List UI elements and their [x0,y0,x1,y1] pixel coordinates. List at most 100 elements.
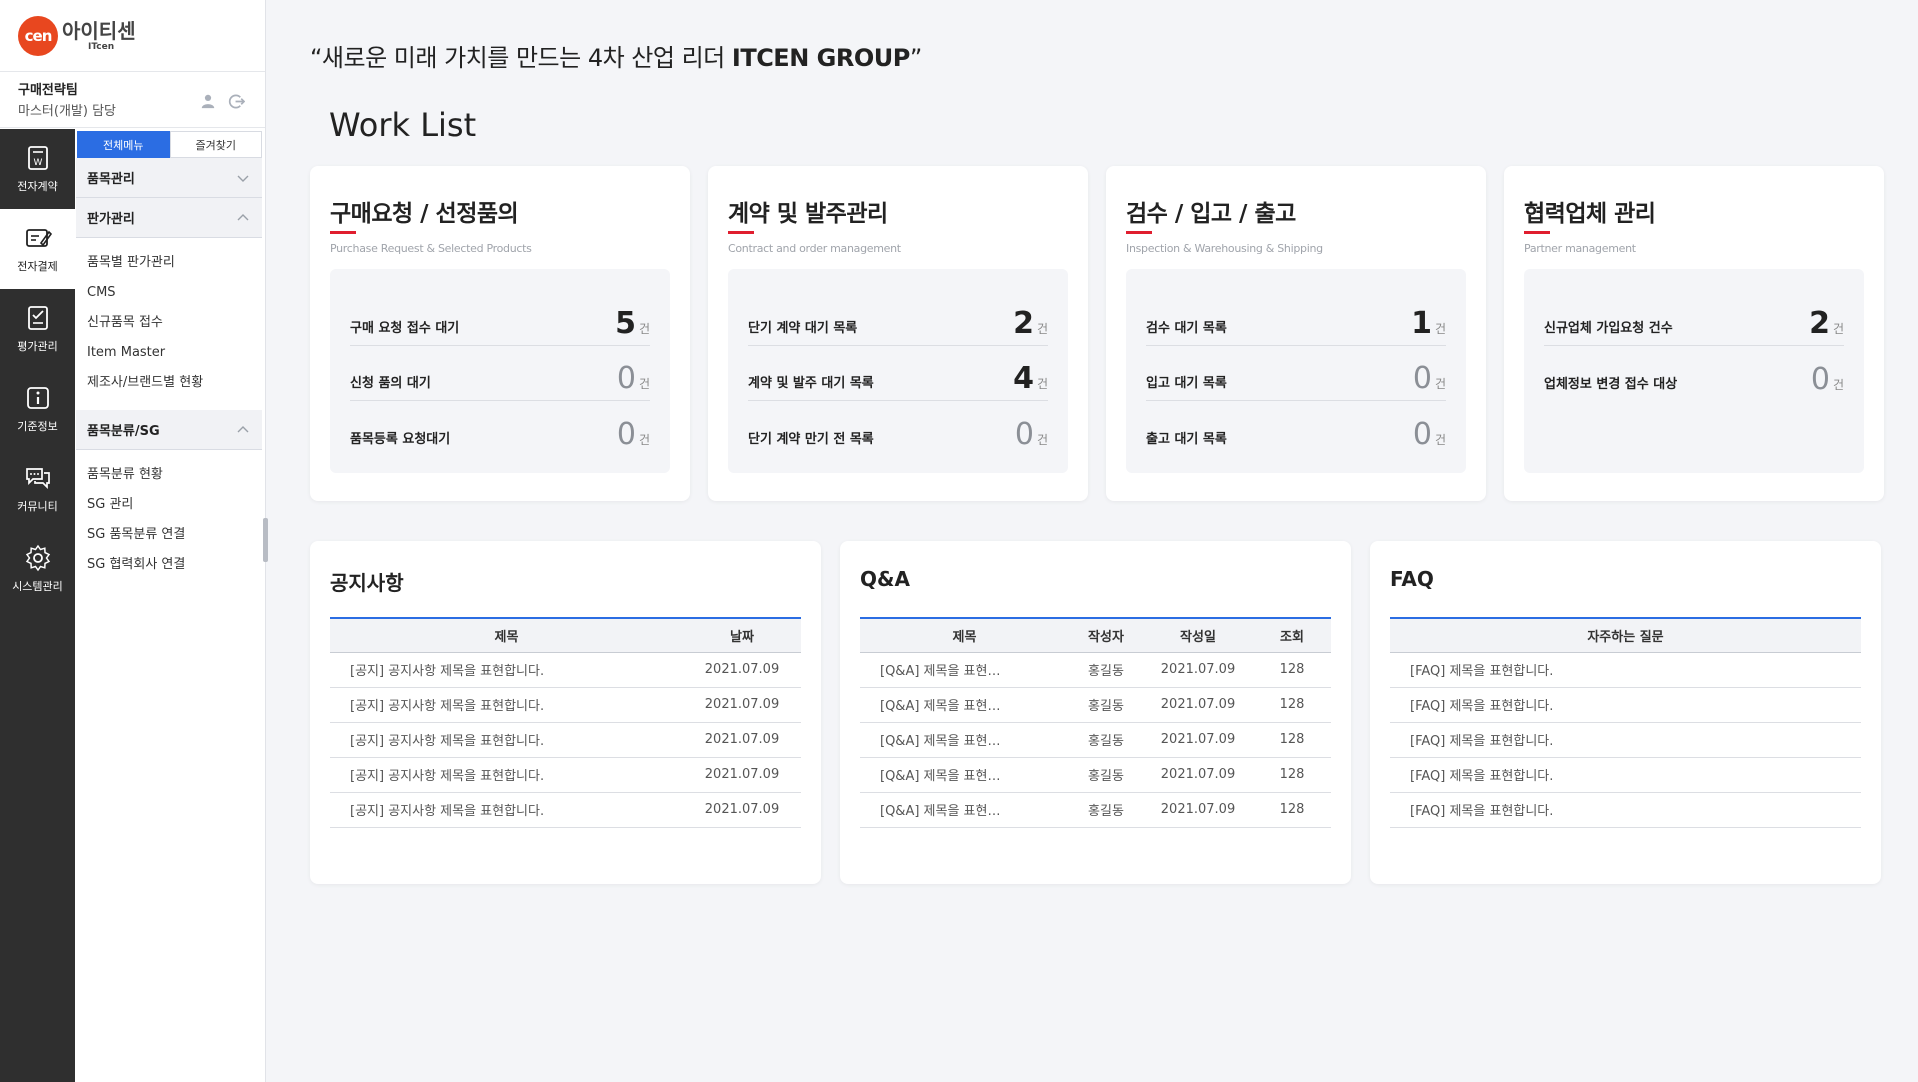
count-value: 2 [1013,306,1034,341]
info-icon [26,387,49,409]
table-row[interactable]: [Q&A] 제목을 표현… 홍길동 2021.07.09 128 [860,687,1331,723]
card-title: 구매요청 / 선정품의 [330,194,519,234]
qna-table: 제목 작성자 작성일 조회 [Q&A] 제목을 표현… 홍길동 2021.07.09… [860,617,1331,828]
worklist-card-inspection: 검수 / 입고 / 출고 Inspection & Warehousing & … [1106,166,1486,501]
faq-table: 자주하는 질문 [FAQ] 제목을 표현합니다. [FAQ] 제목을 표현합니다… [1390,617,1861,828]
table-row[interactable]: [공지] 공지사항 제목을 표현합니다. 2021.07.09 [330,757,801,793]
chevron-up-icon [237,213,249,220]
card-title: 검수 / 입고 / 출고 [1126,194,1296,234]
count-value: 5 [615,306,636,341]
worklist-row[interactable]: 신청 품의 대기 0 건 [350,346,650,401]
submenu-item[interactable]: CMS [87,278,262,308]
rail-item-system[interactable]: 시스템관리 [0,529,75,609]
notice-table: 제목 날짜 [공지] 공지사항 제목을 표현합니다. 2021.07.09 [공지… [330,617,801,828]
faq-board: FAQ 자주하는 질문 [FAQ] 제목을 표현합니다. [FAQ] 제목을 표… [1370,541,1881,884]
table-row[interactable]: [FAQ] 제목을 표현합니다. [1390,687,1861,723]
worklist-row[interactable]: 입고 대기 목록 0 건 [1146,346,1446,401]
tab-all-menu[interactable]: 전체메뉴 [77,131,170,158]
table-row[interactable]: [공지] 공지사항 제목을 표현합니다. 2021.07.09 [330,722,801,758]
submenu-item[interactable]: Item Master [87,338,262,368]
submenu-item[interactable]: SG 품목분류 연결 [87,520,262,550]
worklist-card-contract: 계약 및 발주관리 Contract and order management … [708,166,1088,501]
worklist-row[interactable]: 품목등록 요청대기 0 건 [350,401,650,456]
worklist-row[interactable]: 검수 대기 목록 1 건 [1146,291,1446,346]
gear-icon [25,544,50,572]
submenu-classification-sg: 품목분류 현황 SG 관리 SG 품목분류 연결 SG 협력회사 연결 [76,450,262,592]
notice-board: 공지사항 제목 날짜 [공지] 공지사항 제목을 표현합니다. 2021.07.0… [310,541,821,884]
column-header: 제목 [330,618,683,653]
payment-icon [25,229,52,247]
rail-item-contract[interactable]: W 전자계약 [0,129,75,209]
logout-icon[interactable] [227,92,245,110]
main-content: “새로운 미래 가치를 만드는 4차 산업 리더 ITCEN GROUP” Wo… [268,0,1918,1082]
table-row[interactable]: [공지] 공지사항 제목을 표현합니다. 2021.07.09 [330,652,801,688]
logo-name-en: ITcen [88,41,115,52]
worklist-row[interactable]: 단기 계약 대기 목록 2 건 [748,291,1048,346]
submenu-item[interactable]: 품목분류 현황 [87,460,262,490]
worklist-title: Work List [329,106,477,144]
worklist-row[interactable]: 계약 및 발주 대기 목록 4 건 [748,346,1048,401]
worklist-row[interactable]: 업체정보 변경 접수 대상 0 건 [1544,346,1844,401]
sub-menu: 전체메뉴 즐겨찾기 품목관리 판가관리 품목별 판가관리 CMS 신규품목 접수… [76,129,262,592]
evaluation-icon [27,306,48,330]
card-subtitle: Contract and order management [728,242,901,255]
logo-name-kr: 아이티센 [62,18,136,43]
faq-title: FAQ [1390,567,1434,591]
card-subtitle: Purchase Request & Selected Products [330,242,532,255]
chevron-up-icon [237,425,249,432]
table-row[interactable]: [Q&A] 제목을 표현… 홍길동 2021.07.09 128 [860,792,1331,828]
submenu-item[interactable]: 제조사/브랜드별 현황 [87,368,262,398]
user-icon[interactable] [199,92,217,110]
qna-title: Q&A [860,567,910,591]
logo[interactable]: cen 아이티센 ITcen [0,0,265,72]
table-row[interactable]: [FAQ] 제목을 표현합니다. [1390,722,1861,758]
count-value: 0 [1014,417,1034,452]
menu-group-price-management[interactable]: 판가관리 [76,198,262,238]
table-row[interactable]: [FAQ] 제목을 표현합니다. [1390,652,1861,688]
column-header: 작성자 [1069,618,1143,653]
menu-group-classification-sg[interactable]: 품목분류/SG [76,410,262,450]
worklist-row[interactable]: 단기 계약 만기 전 목록 0 건 [748,401,1048,456]
table-row[interactable]: [FAQ] 제목을 표현합니다. [1390,792,1861,828]
submenu-price-management: 품목별 판가관리 CMS 신규품목 접수 Item Master 제조사/브랜드… [76,238,262,410]
submenu-item[interactable]: SG 관리 [87,490,262,520]
table-row[interactable]: [공지] 공지사항 제목을 표현합니다. 2021.07.09 [330,687,801,723]
count-value: 0 [1412,417,1432,452]
worklist-row[interactable]: 구매 요청 접수 대기 5 건 [350,291,650,346]
column-header: 날짜 [683,618,801,653]
notice-title: 공지사항 [330,571,404,595]
table-row[interactable]: [Q&A] 제목을 표현… 홍길동 2021.07.09 128 [860,757,1331,793]
qna-board: Q&A 제목 작성자 작성일 조회 [Q&A] 제목을 표현… 홍길동 2021.0… [840,541,1351,884]
worklist-row[interactable]: 출고 대기 목록 0 건 [1146,401,1446,456]
count-value: 2 [1809,306,1830,341]
tab-favorites[interactable]: 즐겨찾기 [169,131,262,158]
rail-item-evaluation[interactable]: 평가관리 [0,289,75,369]
table-row[interactable]: [공지] 공지사항 제목을 표현합니다. 2021.07.09 [330,792,801,828]
worklist-card-purchase: 구매요청 / 선정품의 Purchase Request & Selected … [310,166,690,501]
svg-text:W: W [33,158,42,168]
table-row[interactable]: [Q&A] 제목을 표현… 홍길동 2021.07.09 128 [860,652,1331,688]
submenu-item[interactable]: 품목별 판가관리 [87,248,262,278]
column-header: 조회 [1253,618,1331,653]
card-title: 계약 및 발주관리 [728,194,888,234]
logo-mark: cen [18,15,58,56]
count-value: 0 [1810,362,1830,397]
slogan: “새로운 미래 가치를 만드는 4차 산업 리더 ITCEN GROUP” [310,44,922,72]
contract-icon: W [27,146,48,170]
table-row[interactable]: [FAQ] 제목을 표현합니다. [1390,757,1861,793]
submenu-item[interactable]: SG 협력회사 연결 [87,550,262,580]
menu-group-item-management[interactable]: 품목관리 [76,158,262,198]
chevron-down-icon [237,175,249,182]
rail-item-info[interactable]: 기준정보 [0,369,75,449]
submenu-item[interactable]: 신규품목 접수 [87,308,262,338]
rail-item-payment[interactable]: 전자결제 [0,209,75,289]
table-row[interactable]: [Q&A] 제목을 표현… 홍길동 2021.07.09 128 [860,722,1331,758]
count-value: 4 [1013,361,1034,396]
worklist-row[interactable]: 신규업체 가입요청 건수 2 건 [1544,291,1844,346]
column-header: 작성일 [1143,618,1253,653]
sidebar: cen 아이티센 ITcen 구매전략팀 마스터(개발) 담당 W 전자계약 전… [0,0,268,1082]
count-value: 0 [1412,361,1432,396]
card-subtitle: Inspection & Warehousing & Shipping [1126,242,1323,255]
main-nav-rail: W 전자계약 전자결제 평가관리 기준정보 커뮤니티 시스템관리 [0,129,75,1082]
rail-item-community[interactable]: 커뮤니티 [0,449,75,529]
